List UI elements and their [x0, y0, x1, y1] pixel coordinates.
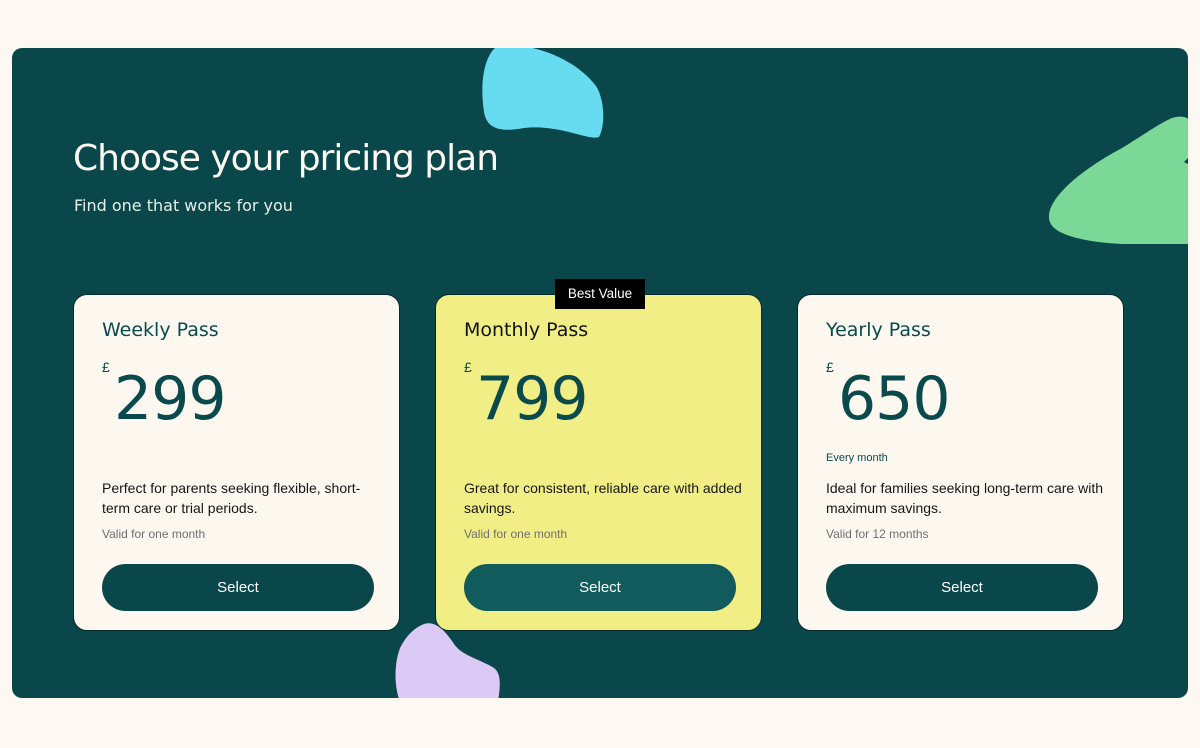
pricing-section: Choose your pricing plan Find one that w… [12, 48, 1188, 698]
purple-blob-decoration [395, 623, 500, 698]
select-yearly-button[interactable]: Select [826, 564, 1098, 611]
currency-symbol: £ [826, 359, 834, 375]
currency-symbol: £ [464, 359, 472, 375]
plan-card-weekly: Weekly Pass £ 299 Perfect for parents se… [73, 294, 400, 631]
plan-period: Every month [826, 452, 888, 464]
select-weekly-button[interactable]: Select [102, 564, 374, 611]
plan-description: Perfect for parents seeking flexible, sh… [102, 480, 361, 516]
page-title: Choose your pricing plan [73, 138, 499, 179]
plan-price: 799 [476, 364, 589, 434]
plan-validity: Valid for one month [464, 527, 568, 541]
plan-name: Yearly Pass [826, 319, 931, 341]
plan-card-monthly: Monthly Pass £ 799 Great for consistent,… [435, 294, 762, 631]
best-value-badge: Best Value [555, 279, 645, 309]
plan-card-yearly: Yearly Pass £ 650 Every month Ideal for … [797, 294, 1124, 631]
select-monthly-button[interactable]: Select [464, 564, 736, 611]
page-subtitle: Find one that works for you [74, 196, 293, 215]
plan-validity: Valid for one month [102, 527, 206, 541]
plan-price: 299 [114, 364, 227, 434]
plan-name: Monthly Pass [464, 319, 589, 341]
blue-blob-decoration [482, 48, 604, 138]
currency-symbol: £ [102, 359, 110, 375]
plan-description: Great for consistent, reliable care with… [464, 480, 742, 516]
green-blob-decoration [1048, 116, 1188, 244]
plan-price: 650 [838, 364, 951, 434]
plan-description: Ideal for families seeking long-term car… [826, 480, 1104, 516]
plan-name: Weekly Pass [102, 319, 219, 341]
plan-validity: Valid for 12 months [826, 527, 929, 541]
